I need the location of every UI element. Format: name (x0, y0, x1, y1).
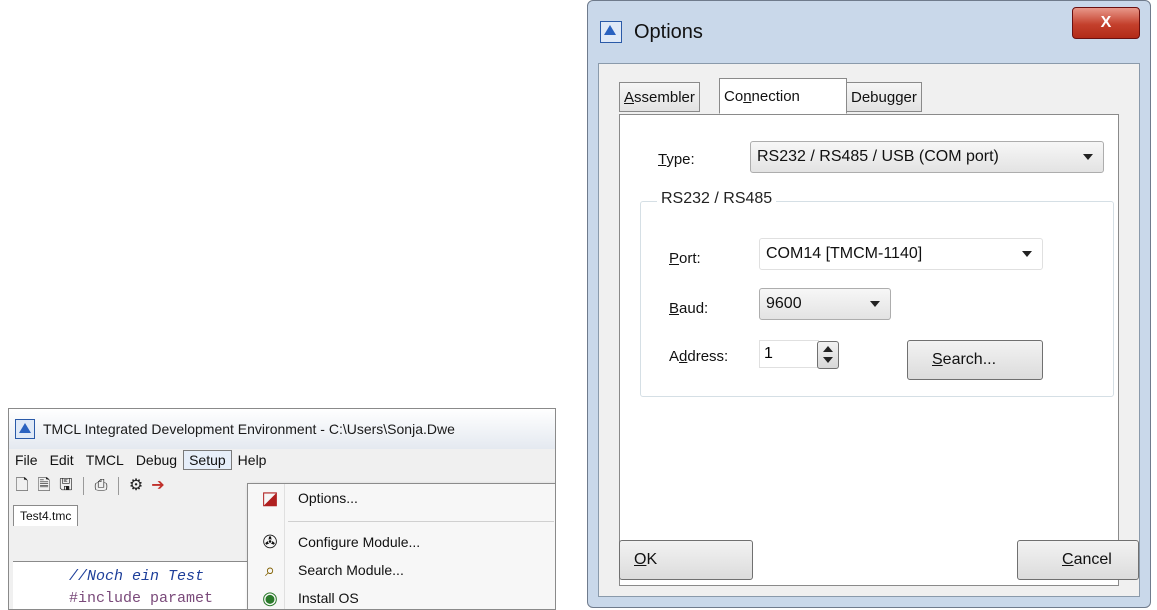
open-file-icon[interactable]: 🗎 (35, 477, 53, 495)
menu-edit[interactable]: Edit (44, 452, 80, 468)
tab-label-mnemonic: A (624, 88, 635, 106)
new-file-icon[interactable]: 🗋 (13, 477, 31, 495)
menu-bar: File Edit TMCL Debug Setup Help (9, 449, 555, 471)
tab-label: ssembler (634, 88, 695, 106)
toolbar-separator (118, 477, 119, 495)
chevron-down-icon (1022, 251, 1032, 257)
chevron-down-icon (1083, 154, 1093, 160)
tab-label-mnemonic: n (743, 87, 752, 105)
file-tab-test4[interactable]: Test4.tmc (13, 505, 79, 526)
menu-help[interactable]: Help (232, 452, 273, 468)
menu-setup[interactable]: Setup (183, 450, 232, 470)
address-label: Address: (669, 348, 729, 365)
menu-file[interactable]: File (9, 452, 44, 468)
menu-debug[interactable]: Debug (130, 452, 183, 468)
menu-item-options[interactable]: ◪ Options... (248, 484, 555, 512)
install-os-icon: ◉ (262, 588, 278, 608)
options-dialog: Options X Assembler Co n nection Debugger … (587, 0, 1151, 608)
tab-label: nection (751, 87, 800, 105)
menu-item-label: Options... (298, 490, 358, 506)
assemble-icon[interactable]: ⚙ (127, 477, 145, 495)
address-input[interactable]: 1 (759, 340, 819, 368)
close-button[interactable]: X (1072, 7, 1140, 39)
code-line: #include paramet (69, 590, 214, 607)
tab-connection[interactable]: Co n nection (719, 78, 847, 114)
options-icon: ◪ (261, 488, 279, 508)
tab-label: Debugger (851, 88, 917, 106)
dialog-client-area: Assembler Co n nection Debugger Type: RS23… (598, 63, 1140, 597)
menu-tmcl[interactable]: TMCL (80, 452, 130, 468)
save-icon[interactable]: 🖫 (57, 477, 75, 495)
menu-item-configure-module[interactable]: ✇ Configure Module... (248, 528, 555, 556)
menu-separator (288, 521, 554, 522)
baud-label: Baud: (669, 300, 709, 317)
port-select[interactable]: COM14 [TMCM-1140] (759, 238, 1043, 270)
baud-select-value: 9600 (766, 295, 802, 312)
dialog-title: Options (634, 20, 703, 43)
dialog-title-bar[interactable]: Options X (588, 1, 1150, 63)
app-logo-icon (15, 419, 35, 439)
menu-item-search-module[interactable]: ⌕ Search Module... (248, 556, 555, 584)
ide-window: TMCL Integrated Development Environment … (8, 408, 556, 610)
search-module-icon: ⌕ (264, 560, 276, 580)
type-select-value: RS232 / RS485 / USB (COM port) (757, 148, 999, 165)
type-select[interactable]: RS232 / RS485 / USB (COM port) (750, 141, 1104, 173)
ide-title: TMCL Integrated Development Environment … (43, 421, 455, 437)
app-logo-icon (600, 21, 622, 43)
tab-debugger[interactable]: Debugger (846, 82, 922, 112)
group-title: RS232 / RS485 (657, 190, 777, 208)
toolbar-separator (83, 477, 84, 495)
cancel-button[interactable]: Cancel (1017, 540, 1139, 580)
chevron-down-icon (870, 301, 880, 307)
configure-module-icon: ✇ (262, 532, 278, 552)
ide-title-bar: TMCL Integrated Development Environment … (9, 409, 555, 449)
port-select-value: COM14 [TMCM-1140] (766, 245, 923, 262)
code-line: //Noch ein Test (69, 568, 205, 585)
search-button[interactable]: Search... (907, 340, 1043, 380)
close-icon: X (1100, 14, 1112, 31)
address-value: 1 (764, 345, 773, 362)
baud-select[interactable]: 9600 (759, 288, 891, 320)
tab-label: Co (724, 87, 744, 105)
rs232-rs485-group: RS232 / RS485 Port: COM14 [TMCM-1140] Ba… (640, 190, 1114, 397)
setup-dropdown-menu: ◪ Options... ✇ Configure Module... ⌕ Sea… (247, 483, 555, 609)
ok-button[interactable]: OK (619, 540, 753, 580)
menu-item-label: Configure Module... (298, 534, 421, 550)
connection-tab-page: Type: RS232 / RS485 / USB (COM port) RS2… (619, 114, 1119, 586)
download-icon[interactable]: ➔ (149, 477, 167, 495)
menu-item-label: Search Module... (298, 562, 404, 578)
menu-item-label: Install OS (298, 590, 359, 606)
port-label: Port: (669, 250, 701, 267)
address-spinner-icon[interactable] (817, 341, 839, 369)
tab-assembler[interactable]: Assembler (619, 82, 700, 112)
type-label: Type: (658, 151, 695, 168)
print-icon[interactable]: ⎙ (92, 477, 110, 495)
menu-item-install-os[interactable]: ◉ Install OS (248, 584, 555, 609)
